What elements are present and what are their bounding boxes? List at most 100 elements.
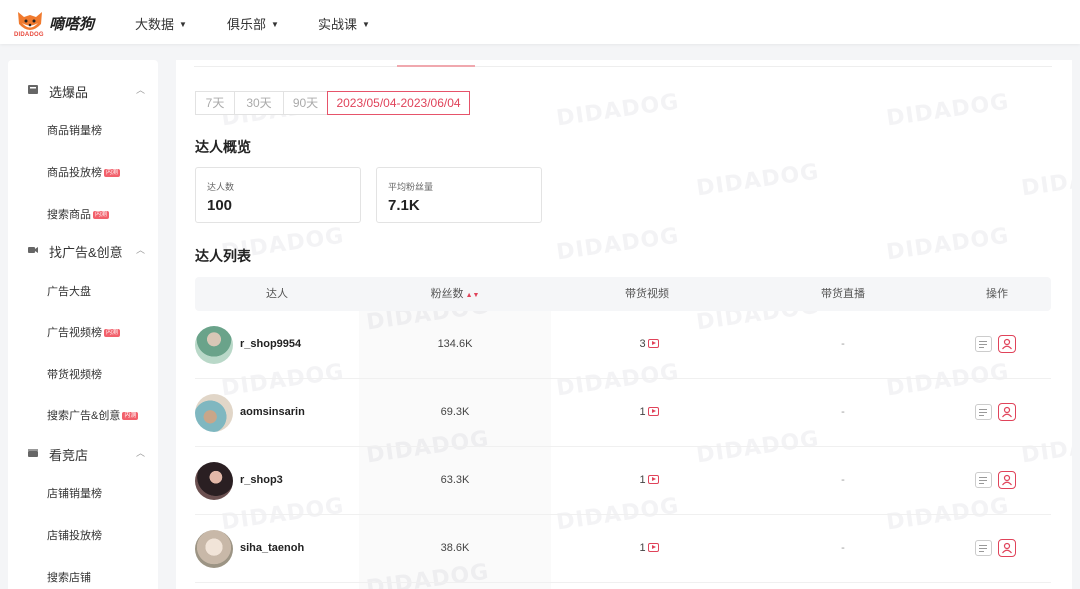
sidebar-group-products[interactable]: 选爆品 ︿ <box>8 75 158 105</box>
store-icon <box>28 449 38 457</box>
sidebar-item-product-ads[interactable]: 商品投放榜 内测 <box>47 164 121 180</box>
video-count-value: 1 <box>639 474 646 486</box>
sidebar-item-label: 商品销量榜 <box>47 125 102 137</box>
table-row: aomsinsarin 69.3K 1 - <box>195 379 1051 447</box>
sidebar-group-label: 找广告&创意 <box>49 245 123 260</box>
play-icon[interactable] <box>647 543 659 552</box>
table-row: r_shop3 63.3K 1 - <box>195 447 1051 515</box>
range-custom-date[interactable]: 2023/05/04-2023/06/04 <box>327 91 470 115</box>
creator-profile-button[interactable] <box>998 403 1016 421</box>
video-count-value: 1 <box>639 542 646 554</box>
detail-button[interactable] <box>975 404 992 420</box>
sidebar-item-label: 店铺投放榜 <box>47 530 102 542</box>
stat-card-avg-fans: 平均粉丝量 7.1K <box>376 167 542 223</box>
nav-label: 大数据 <box>135 17 175 32</box>
detail-button[interactable] <box>975 472 992 488</box>
stat-label: 达人数 <box>207 182 235 192</box>
shopping-bag-icon <box>28 85 38 94</box>
avatar[interactable] <box>195 394 233 432</box>
creator-profile-button[interactable] <box>998 471 1016 489</box>
video-count: 1 <box>589 474 709 486</box>
sidebar-item-search-ads[interactable]: 搜索广告&创意 内测 <box>47 407 139 423</box>
beta-badge: 内测 <box>104 169 121 177</box>
sidebar-item-search-stores[interactable]: 搜索店铺 <box>47 569 91 585</box>
sidebar-group-label: 看竞店 <box>49 448 89 463</box>
detail-button[interactable] <box>975 540 992 556</box>
live-count: - <box>841 338 845 350</box>
sidebar-item-store-ads[interactable]: 店铺投放榜 <box>47 527 102 543</box>
nav-club[interactable]: 俱乐部 ▼ <box>227 14 279 33</box>
creator-name[interactable]: aomsinsarin <box>240 406 305 418</box>
creator-name[interactable]: siha_taenoh <box>240 542 304 554</box>
column-header-fans[interactable]: 粉丝数 ▲▼ <box>359 277 551 311</box>
range-7d[interactable]: 7天 <box>195 91 235 115</box>
nav-course[interactable]: 实战课 ▼ <box>318 14 370 33</box>
watermark: DIDADOG <box>554 89 681 132</box>
watermark: DIDADOG <box>694 159 821 202</box>
brand-name[interactable]: 嘀嗒狗 <box>49 13 94 34</box>
sidebar-group-stores[interactable]: 看竞店 ︿ <box>8 438 158 468</box>
chevron-up-icon[interactable]: ︿ <box>136 83 145 96</box>
watermark: DIDADOG <box>884 89 1011 132</box>
play-icon[interactable] <box>647 407 659 416</box>
creator-name[interactable]: r_shop3 <box>240 474 283 486</box>
caret-down-icon: ▼ <box>362 20 370 29</box>
sidebar-item-ad-videos[interactable]: 广告视频榜 内测 <box>47 324 121 340</box>
sidebar-item-label: 店铺销量榜 <box>47 488 102 500</box>
sidebar-item-ad-overview[interactable]: 广告大盘 <box>47 283 91 299</box>
chevron-up-icon[interactable]: ︿ <box>136 446 145 459</box>
avatar[interactable] <box>195 462 233 500</box>
sidebar-item-label: 带货视频榜 <box>47 369 102 381</box>
sidebar-item-store-sales[interactable]: 店铺销量榜 <box>47 485 102 501</box>
video-count-value: 1 <box>639 406 646 418</box>
column-header-label: 粉丝数 <box>430 288 464 300</box>
range-30d[interactable]: 30天 <box>234 91 284 115</box>
sidebar-item-label: 搜索商品 <box>47 209 91 221</box>
user-icon <box>1002 474 1012 486</box>
sort-icon[interactable]: ▲▼ <box>466 292 480 299</box>
caret-down-icon: ▼ <box>271 20 279 29</box>
creator-profile-button[interactable] <box>998 539 1016 557</box>
fans-count: 63.3K <box>440 474 470 486</box>
caret-down-icon: ▼ <box>179 20 187 29</box>
video-count-value: 3 <box>639 338 646 350</box>
watermark: DIDADOG <box>554 223 681 266</box>
sidebar-item-product-sales[interactable]: 商品销量榜 <box>47 122 102 138</box>
range-90d[interactable]: 90天 <box>283 91 328 115</box>
play-icon[interactable] <box>647 339 659 348</box>
column-header-live: 带货直播 <box>821 288 865 300</box>
avatar[interactable] <box>195 326 233 364</box>
sidebar-item-label: 搜索店铺 <box>47 572 91 584</box>
live-count: - <box>841 474 845 486</box>
sidebar-item-search-products[interactable]: 搜索商品 内测 <box>47 206 110 222</box>
table-row: r_shop9954 134.6K 3 - <box>195 311 1051 379</box>
video-count: 1 <box>589 542 709 554</box>
creator-profile-button[interactable] <box>998 335 1016 353</box>
nav-big-data[interactable]: 大数据 ▼ <box>135 14 187 33</box>
video-count: 1 <box>589 406 709 418</box>
beta-badge: 内测 <box>122 412 139 420</box>
main-panel: DIDADOG DIDADOG DIDADOG DIDADOG DIDADOG … <box>176 60 1072 589</box>
watermark: DIDADOG <box>884 223 1011 266</box>
detail-button[interactable] <box>975 336 992 352</box>
stat-card-creators: 达人数 100 <box>195 167 361 223</box>
sidebar-item-label: 广告大盘 <box>47 286 91 298</box>
column-header-videos: 带货视频 <box>625 288 669 300</box>
avatar[interactable] <box>195 530 233 568</box>
user-icon <box>1002 542 1012 554</box>
nav-label: 实战课 <box>318 17 358 32</box>
column-header-actions: 操作 <box>986 288 1008 300</box>
sidebar-group-ads[interactable]: 找广告&创意 ︿ <box>8 235 158 265</box>
top-navbar: DIDADOG 嘀嗒狗 大数据 ▼ 俱乐部 ▼ 实战课 ▼ <box>0 0 1080 44</box>
live-count: - <box>841 406 845 418</box>
sidebar-item-sales-videos[interactable]: 带货视频榜 <box>47 366 102 382</box>
chevron-up-icon[interactable]: ︿ <box>136 243 145 256</box>
sidebar-item-label: 广告视频榜 <box>47 327 102 339</box>
fans-count: 69.3K <box>440 406 470 418</box>
tab-active-indicator <box>397 65 475 67</box>
creator-name[interactable]: r_shop9954 <box>240 338 301 350</box>
stat-label: 平均粉丝量 <box>388 182 434 192</box>
stat-value: 7.1K <box>388 197 420 214</box>
live-count: - <box>841 542 845 554</box>
play-icon[interactable] <box>647 475 659 484</box>
